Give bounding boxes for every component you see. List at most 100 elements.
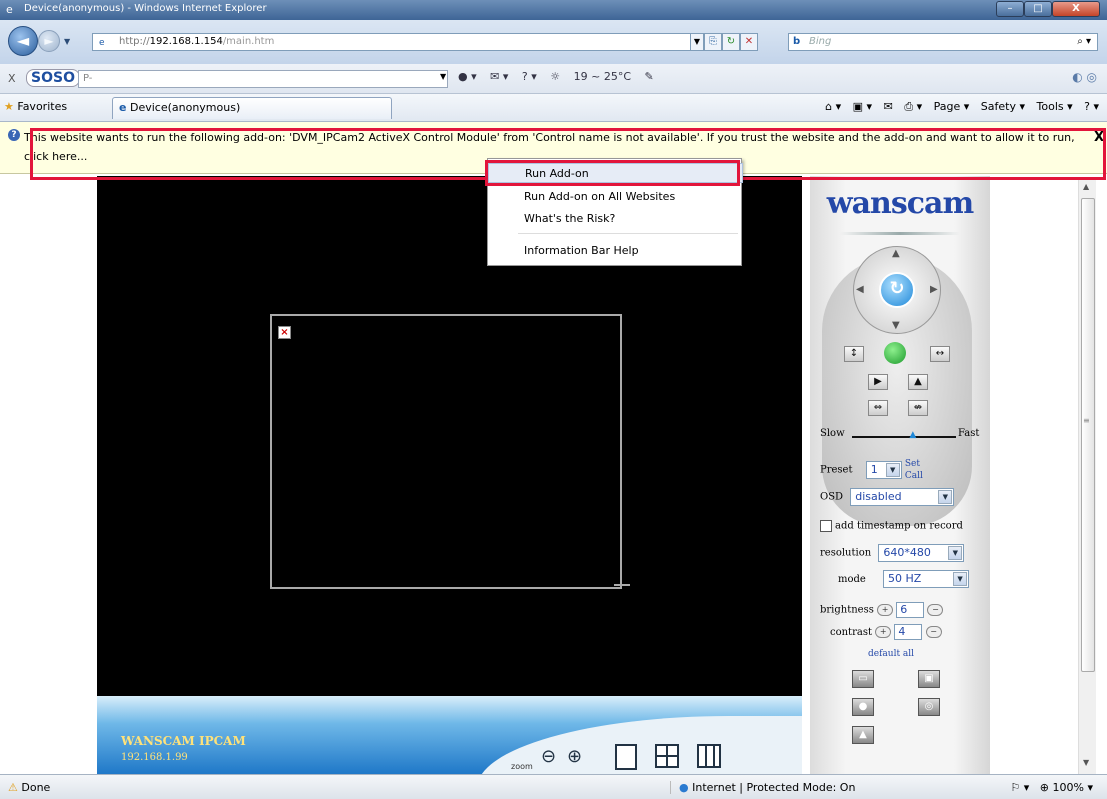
pan-right-icon[interactable]: ▶ <box>930 284 938 295</box>
play-icon[interactable]: ▶ <box>868 374 888 390</box>
minimize-button[interactable]: – <box>996 1 1024 17</box>
preset-call-link[interactable]: Call <box>905 471 923 481</box>
vertical-patrol-icon[interactable]: ↕ <box>844 346 864 362</box>
speed-thumb[interactable]: ▲ <box>909 430 916 440</box>
horizontal-patrol-icon[interactable]: ↔ <box>930 346 950 362</box>
mail-icon[interactable]: ✉ ▾ <box>490 70 508 83</box>
menu-item-infobar-help[interactable]: Information Bar Help <box>488 241 743 261</box>
vertical-scrollbar[interactable]: ▲ ≡ ▼ <box>1078 180 1096 774</box>
weather-text[interactable]: 19 ~ 25°C <box>574 70 631 83</box>
safety-menu[interactable]: Safety ▾ <box>981 100 1025 113</box>
tab-device[interactable]: e Device(anonymous) <box>112 97 392 119</box>
toolbar-close-icon[interactable]: X <box>8 72 16 85</box>
center-position-button[interactable] <box>884 342 906 364</box>
speed-slow-label: Slow <box>820 428 845 439</box>
talk-icon[interactable]: ● <box>852 698 874 716</box>
zoom-level[interactable]: ⚐ ▾ ⊕ 100% ▾ <box>1010 781 1093 794</box>
stop-icon[interactable]: ✕ <box>740 33 758 51</box>
history-dropdown-icon[interactable]: ▼ <box>64 37 70 46</box>
layout-quad-icon[interactable] <box>655 744 679 768</box>
mode-select[interactable]: 50 HZ ▼ <box>883 570 970 588</box>
favorites-bar: ★ Favorites e Device(anonymous) ⌂ ▾ ▣ ▾ … <box>0 94 1107 122</box>
address-bar[interactable]: e http://192.168.1.154/main.htm <box>92 33 720 51</box>
tools-menu[interactable]: Tools ▾ <box>1037 100 1073 113</box>
default-row: default all <box>868 648 914 659</box>
speed-track[interactable] <box>852 436 956 438</box>
contrast-input[interactable]: 4 <box>894 624 923 640</box>
contrast-label: contrast <box>830 626 872 638</box>
favorites-button[interactable]: ★ Favorites <box>4 100 67 113</box>
zoom-dropdown-icon: ▾ <box>1087 781 1093 794</box>
contrast-down-button[interactable]: − <box>925 626 942 638</box>
security-icon[interactable]: ⚐ ▾ <box>1010 781 1029 794</box>
mirror-icon[interactable]: ⇎ <box>908 400 928 416</box>
flip-horizontal-icon[interactable]: ⇔ <box>868 400 888 416</box>
close-window-button[interactable]: X <box>1052 1 1100 17</box>
search-input[interactable]: b Bing ⌕ ▾ <box>788 33 1098 51</box>
osd-select[interactable]: disabled ▼ <box>850 488 955 506</box>
pan-left-icon[interactable]: ◀ <box>856 284 864 295</box>
security-zone[interactable]: ● Internet | Protected Mode: On <box>670 781 855 794</box>
feather-icon[interactable]: ✎ <box>645 70 654 83</box>
layout-single-icon[interactable] <box>615 744 637 770</box>
soso-logo[interactable]: SOSO <box>26 69 80 87</box>
pan-down-icon[interactable]: ▼ <box>892 320 900 331</box>
chevron-down-icon: ▼ <box>938 490 953 504</box>
status-bar: ⚠ Done ● Internet | Protected Mode: On ⚐… <box>0 774 1107 799</box>
layout-nine-icon[interactable] <box>697 744 721 768</box>
help-icon[interactable]: ? ▾ <box>522 70 537 83</box>
eject-icon[interactable]: ▲ <box>908 374 928 390</box>
refresh-icon[interactable]: ↻ <box>722 33 740 51</box>
contrast-row: contrast + 4 − <box>820 624 942 640</box>
record-icon[interactable]: ▣ <box>918 670 940 688</box>
footer-brand: WANSCAM IPCAM <box>121 734 246 748</box>
preset-select[interactable]: 1 ▼ <box>865 461 902 479</box>
listen-icon[interactable]: ◎ <box>918 698 940 716</box>
soso-search-input[interactable]: P- <box>78 70 448 88</box>
feeds-icon[interactable]: ▣ ▾ <box>853 100 872 113</box>
print-icon[interactable]: ⎙ ▾ <box>904 100 922 113</box>
contrast-up-button[interactable]: + <box>875 626 892 638</box>
home-icon[interactable]: ⌂ ▾ <box>825 100 841 113</box>
toolbar-options-icon[interactable]: ◐ ◎ <box>1072 70 1097 84</box>
snapshot-icon[interactable]: ▭ <box>852 670 874 688</box>
zoom-in-icon[interactable]: ⊕ <box>567 746 582 767</box>
brightness-up-button[interactable]: + <box>877 604 894 616</box>
default-all-link[interactable]: default all <box>868 649 914 659</box>
page-menu[interactable]: Page ▾ <box>934 100 970 113</box>
pan-up-icon[interactable]: ▲ <box>892 248 900 259</box>
brightness-down-button[interactable]: − <box>927 604 944 616</box>
audio-icon[interactable]: ▲ <box>852 726 874 744</box>
scroll-thumb[interactable] <box>1081 198 1095 672</box>
scroll-up-icon[interactable]: ▲ <box>1083 182 1089 191</box>
menu-item-whats-the-risk[interactable]: What's the Risk? <box>488 209 743 229</box>
weather-icon[interactable]: ☼ <box>550 70 560 83</box>
address-dropdown-button[interactable]: ▼ <box>690 33 704 51</box>
broken-image-icon: × <box>278 326 291 339</box>
wanscam-logo: wanscam <box>826 186 974 221</box>
done-icon: ⚠ <box>8 781 18 794</box>
compatibility-view-icon[interactable]: ⎘ <box>704 33 722 51</box>
help-menu-icon[interactable]: ? ▾ <box>1084 100 1099 113</box>
control-panel: wanscam ▲ ▼ ◀ ▶ ↻ ↕ ↔ ▶ ▲ ⇔ ⇎ Slow ▲ Fas… <box>810 176 990 774</box>
brightness-input[interactable]: 6 <box>896 602 925 618</box>
chevron-down-icon: ▼ <box>885 463 900 477</box>
soso-dropdown-icon[interactable]: ▼ <box>440 72 446 81</box>
timestamp-checkbox[interactable] <box>820 520 832 532</box>
back-button[interactable]: ◄ <box>8 26 38 56</box>
soso-tool-1-icon[interactable]: ● ▾ <box>458 70 477 83</box>
maximize-button[interactable]: □ <box>1024 1 1052 17</box>
search-icon[interactable]: ⌕ ▾ <box>1077 34 1091 50</box>
url-path: /main.htm <box>222 36 275 47</box>
resolution-select[interactable]: 640*480 ▼ <box>878 544 965 562</box>
preset-set-link[interactable]: Set <box>905 459 920 469</box>
scroll-down-icon[interactable]: ▼ <box>1083 758 1089 767</box>
menu-item-run-addon-all[interactable]: Run Add-on on All Websites <box>488 187 743 207</box>
tab-label: Device(anonymous) <box>129 101 241 114</box>
osd-value: disabled <box>855 490 902 503</box>
zoom-out-icon[interactable]: ⊖ <box>541 746 556 767</box>
forward-button[interactable]: ► <box>38 30 60 52</box>
read-mail-icon[interactable]: ✉ <box>884 100 893 113</box>
bing-icon: b <box>793 36 801 47</box>
ptz-center-button[interactable]: ↻ <box>879 272 915 308</box>
